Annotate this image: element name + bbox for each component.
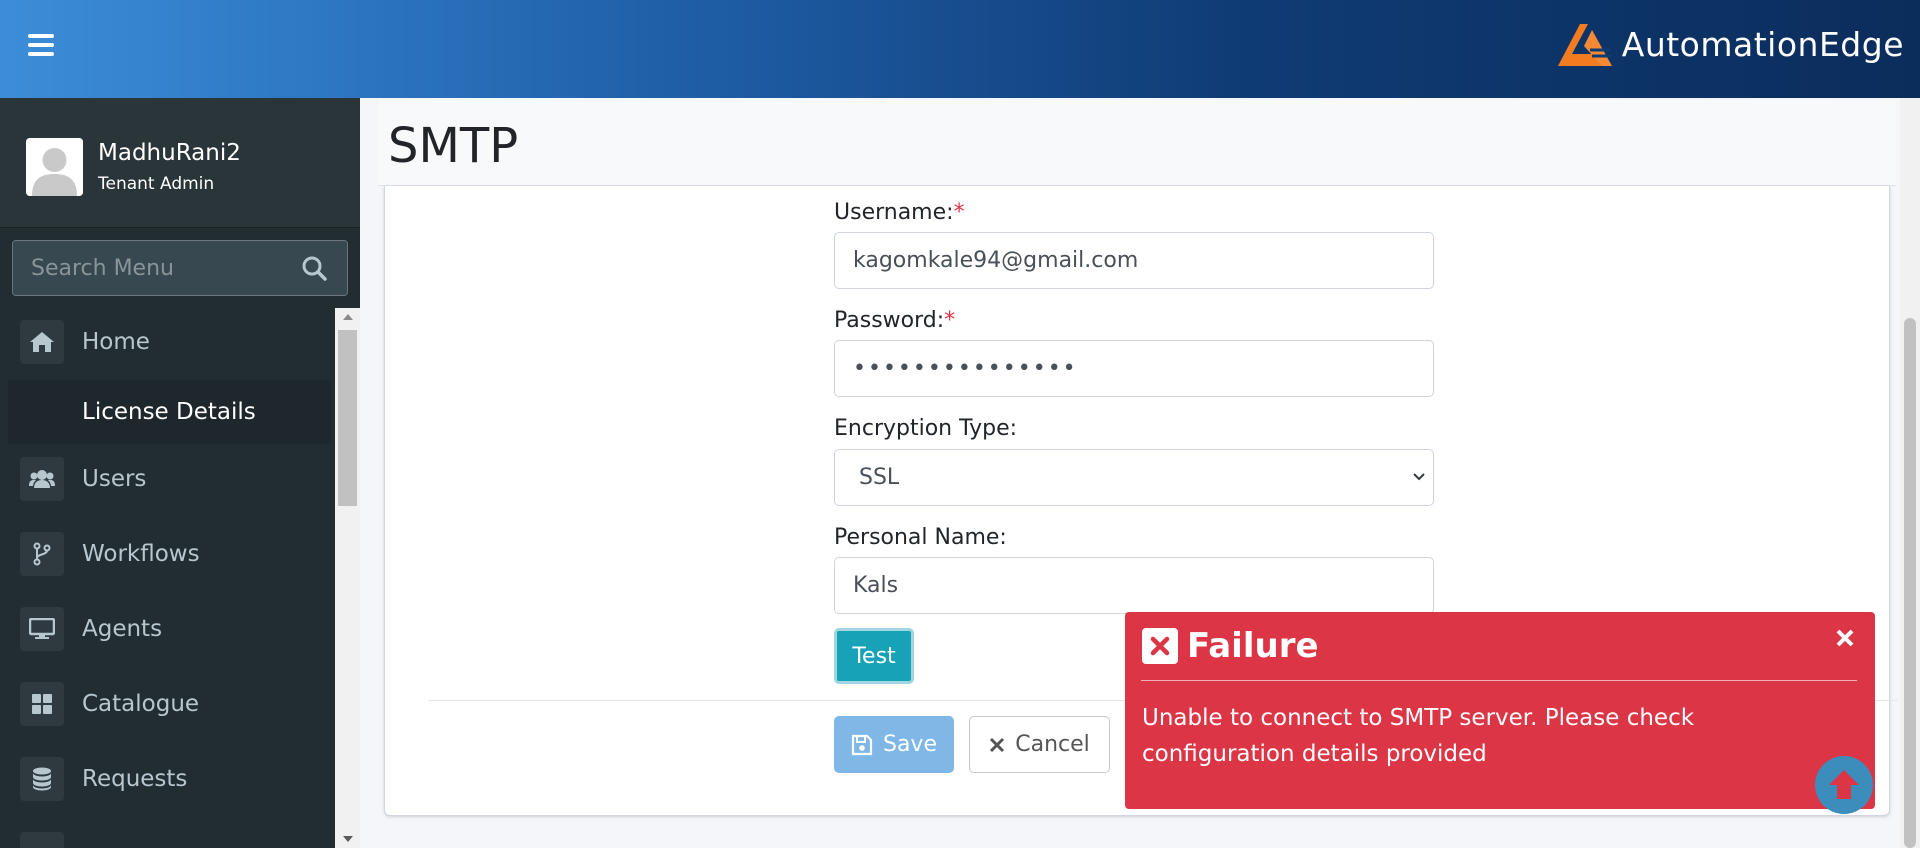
menu-toggle-icon[interactable] <box>28 34 54 56</box>
toast-divider <box>1141 680 1857 681</box>
menu-item-icon <box>20 832 64 848</box>
scroll-down-arrow-icon[interactable] <box>343 836 353 842</box>
code-branch-icon <box>20 532 64 576</box>
sidebar-menu: Home License Details Users Workflows Age… <box>0 308 335 848</box>
users-icon <box>20 457 64 501</box>
failure-toast: Failure Unable to connect to SMTP server… <box>1125 612 1875 809</box>
home-icon <box>20 320 64 364</box>
brand-logo[interactable]: AutomationEdge <box>1554 18 1904 70</box>
encryption-type-value: SSL <box>859 465 900 490</box>
sidebar: MadhuRani2 Tenant Admin Home License Det… <box>0 98 360 848</box>
username-input[interactable] <box>834 232 1434 289</box>
password-label-text: Password: <box>834 308 945 333</box>
sidebar-item-home[interactable]: Home <box>0 310 335 374</box>
sidebar-item-workflows[interactable]: Workflows <box>0 522 335 586</box>
test-button[interactable]: Test <box>834 628 914 684</box>
search-menu-box <box>12 240 348 296</box>
page-scrollbar[interactable] <box>1900 98 1920 848</box>
close-icon[interactable] <box>1833 626 1857 650</box>
required-mark: * <box>953 200 965 225</box>
sidebar-item-agents[interactable]: Agents <box>0 597 335 661</box>
arrow-up-icon <box>1829 770 1859 799</box>
search-menu-input[interactable] <box>13 241 293 295</box>
chevron-down-icon <box>1413 473 1425 481</box>
cancel-button[interactable]: Cancel <box>969 716 1110 773</box>
password-input[interactable] <box>834 340 1434 397</box>
toast-message: Unable to connect to SMTP server. Please… <box>1142 705 1695 767</box>
user-role: Tenant Admin <box>98 174 215 194</box>
desktop-icon <box>20 607 64 651</box>
required-mark: * <box>944 308 956 333</box>
personal-name-input[interactable] <box>834 557 1434 614</box>
close-icon <box>990 737 1005 752</box>
username-label: Username:* <box>834 200 965 225</box>
sidebar-item-label: Catalogue <box>82 691 200 717</box>
encryption-type-label: Encryption Type: <box>834 416 1018 441</box>
database-icon <box>20 757 64 801</box>
sidebar-item-catalogue[interactable]: Catalogue <box>0 672 335 736</box>
scroll-to-top-button[interactable] <box>1815 756 1873 814</box>
sidebar-item-label: Home <box>82 329 150 355</box>
sidebar-item-users[interactable]: Users <box>0 447 335 511</box>
user-panel: MadhuRani2 Tenant Admin <box>0 98 360 228</box>
personal-name-label: Personal Name: <box>834 525 1007 550</box>
encryption-type-select[interactable]: SSL <box>834 449 1434 506</box>
sidebar-item-license-details[interactable]: License Details <box>8 380 331 444</box>
scroll-thumb[interactable] <box>338 330 357 506</box>
search-icon[interactable] <box>301 255 327 281</box>
sidebar-item-label: Requests <box>82 766 188 792</box>
toast-title: Failure <box>1187 626 1319 666</box>
page-scroll-thumb[interactable] <box>1904 318 1916 848</box>
sidebar-divider <box>0 227 360 228</box>
sidebar-item-partial[interactable] <box>0 822 335 848</box>
automationedge-logo-icon <box>1557 24 1612 66</box>
username-label-text: Username: <box>834 200 954 225</box>
top-header: AutomationEdge <box>0 0 1920 98</box>
page-title: SMTP <box>388 118 519 174</box>
password-label: Password:* <box>834 308 955 333</box>
avatar <box>26 138 83 196</box>
sidebar-item-label: Agents <box>82 616 163 642</box>
brand-name: AutomationEdge <box>1621 24 1904 64</box>
save-label: Save <box>882 732 937 757</box>
cancel-label: Cancel <box>1015 732 1090 757</box>
scroll-up-arrow-icon[interactable] <box>343 314 353 320</box>
user-name: MadhuRani2 <box>98 140 241 166</box>
sidebar-scrollbar[interactable] <box>335 308 360 848</box>
page-title-bar: SMTP <box>378 100 1896 186</box>
sidebar-item-label: Workflows <box>82 541 200 567</box>
grid-icon <box>20 682 64 726</box>
error-icon <box>1142 628 1178 664</box>
sidebar-item-label: Users <box>82 466 147 492</box>
sidebar-item-label: License Details <box>82 399 256 425</box>
sidebar-item-requests[interactable]: Requests <box>0 747 335 811</box>
save-icon <box>851 734 873 755</box>
save-button[interactable]: Save <box>834 716 954 773</box>
